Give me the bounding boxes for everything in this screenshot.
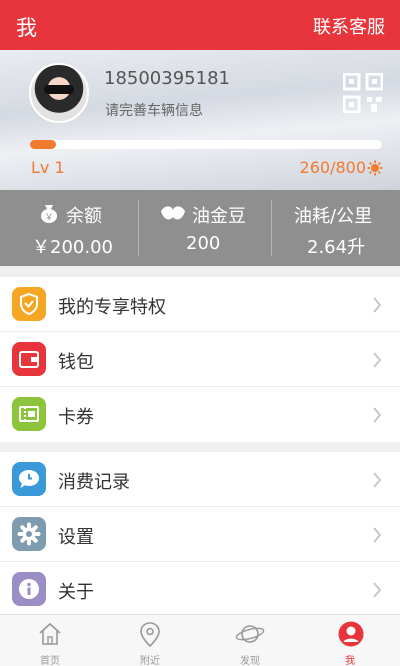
tab-nearby-label: 附近	[140, 656, 160, 666]
chevron-right-icon	[373, 582, 382, 598]
menu-item-wallet[interactable]: 钱包	[0, 332, 400, 387]
coupon-icon	[12, 397, 46, 431]
menu-label-privileges: 我的专享特权	[58, 297, 166, 318]
stat-oil-beans[interactable]: 油金豆 200	[139, 190, 271, 266]
menu-label-consumption-records: 消费记录	[58, 472, 130, 493]
page-title: 我	[16, 16, 37, 40]
bean-icon	[161, 206, 185, 220]
svg-text:￥: ￥	[44, 213, 53, 223]
chevron-right-icon	[373, 472, 382, 488]
menu-item-settings[interactable]: 设置	[0, 507, 400, 562]
level-label: Lv 1	[31, 158, 65, 177]
stat-oil-beans-label: 油金豆	[192, 206, 246, 227]
menu-item-consumption-records[interactable]: 消费记录	[0, 452, 400, 507]
profile-card: 18500395181 请完善车辆信息 Lv 1 260/800	[0, 50, 400, 190]
points-label: 260/800	[299, 158, 366, 177]
menu-label-wallet: 钱包	[58, 352, 94, 373]
money-bag-icon: ￥	[41, 205, 57, 223]
stat-oil-beans-value: 200	[186, 233, 221, 254]
user-icon	[338, 621, 364, 647]
menu-item-about[interactable]: 关于	[0, 562, 400, 617]
top-bar: 我 联系客服	[0, 0, 400, 50]
qr-code-icon[interactable]	[343, 73, 383, 113]
home-icon	[39, 622, 61, 645]
stats-bar: ￥ 余额 ￥200.00 油金豆 200 油耗/公里 2.64升	[0, 190, 400, 266]
contact-service-button[interactable]: 联系客服	[313, 13, 385, 39]
wallet-icon	[12, 342, 46, 376]
menu-group-settings: 消费记录 设置 关于	[0, 452, 400, 617]
tab-discover[interactable]: 发现	[200, 615, 300, 666]
avatar-sunglasses	[44, 85, 74, 94]
shield-icon	[12, 287, 46, 321]
level-progress-fill	[30, 140, 57, 149]
location-pin-icon	[140, 622, 160, 648]
menu-label-settings: 设置	[58, 527, 94, 548]
tab-home[interactable]: 首页	[0, 615, 100, 666]
planet-icon	[235, 625, 265, 643]
tab-home-label: 首页	[40, 656, 60, 666]
tab-me-label: 我	[345, 656, 355, 666]
phone-number: 18500395181	[104, 68, 230, 89]
chat-bubble-icon	[12, 462, 46, 496]
stat-fuel-label: 油耗/公里	[294, 206, 373, 227]
tab-me[interactable]: 我	[300, 615, 400, 666]
chevron-right-icon	[373, 297, 382, 313]
tab-nearby[interactable]: 附近	[100, 615, 200, 666]
chevron-right-icon	[373, 527, 382, 543]
info-icon	[12, 572, 46, 606]
gear-icon	[12, 517, 46, 551]
level-progress-bar	[30, 140, 382, 149]
stat-balance-label: 余额	[66, 206, 102, 227]
stat-balance-value: ￥200.00	[32, 237, 113, 258]
stat-balance[interactable]: ￥ 余额 ￥200.00	[0, 190, 138, 266]
stat-fuel-consumption[interactable]: 油耗/公里 2.64升	[272, 190, 400, 266]
chevron-right-icon	[373, 352, 382, 368]
complete-vehicle-info-link[interactable]: 请完善车辆信息	[105, 100, 203, 120]
menu-label-coupons: 卡券	[58, 407, 94, 428]
menu-item-coupons[interactable]: 卡券	[0, 387, 400, 442]
sun-icon	[367, 160, 383, 176]
chevron-right-icon	[373, 407, 382, 423]
bottom-tab-bar: 首页 附近 发现 我	[0, 614, 400, 666]
menu-label-about: 关于	[58, 582, 94, 603]
stat-fuel-value: 2.64升	[307, 237, 366, 258]
menu-group-account: 我的专享特权 钱包 卡券	[0, 277, 400, 442]
menu-item-privileges[interactable]: 我的专享特权	[0, 277, 400, 332]
tab-discover-label: 发现	[240, 656, 260, 666]
avatar[interactable]	[29, 63, 89, 123]
